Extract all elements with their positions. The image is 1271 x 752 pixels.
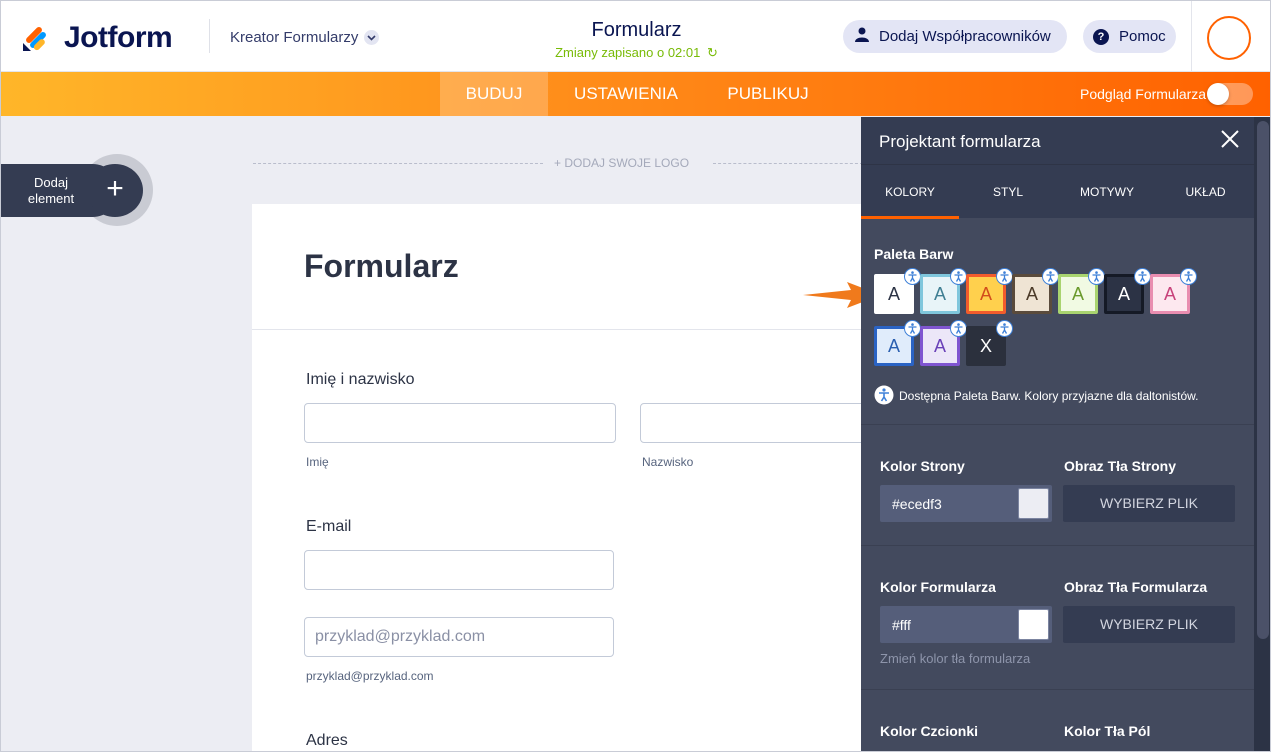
full-name-label[interactable]: Imię i nazwisko: [306, 371, 414, 389]
page-color-swatch[interactable]: [1018, 488, 1049, 519]
builder-dropdown[interactable]: Kreator Formularzy: [230, 29, 380, 46]
accessibility-badge-icon: [904, 268, 921, 285]
palette-note: Dostępna Paleta Barw. Kolory przyjazne d…: [899, 389, 1199, 403]
form-color-field[interactable]: #fff: [880, 606, 1052, 643]
palette-swatch-letter: A: [1117, 283, 1130, 304]
form-bg-choose-file-button[interactable]: WYBIERZ PLIK: [1063, 606, 1235, 643]
accessibility-badge-icon: [904, 320, 921, 337]
palette-swatch-letter: A: [933, 283, 946, 304]
designer-scrollbar[interactable]: [1254, 117, 1270, 751]
accessibility-badge-icon: [996, 268, 1013, 285]
page-color-field[interactable]: #ecedf3: [880, 485, 1052, 522]
palette-swatch-letter: A: [979, 283, 992, 304]
help-button[interactable]: ? Pomoc: [1083, 20, 1176, 53]
close-icon[interactable]: [1219, 128, 1241, 150]
form-card: Formularz Imię i nazwisko Imię Nazwisko …: [252, 204, 880, 751]
palette-swatch-letter: X: [979, 335, 992, 356]
field-bg-color-label: Kolor Tła Pól: [1064, 723, 1151, 739]
designer-header: Projektant formularza: [861, 117, 1254, 164]
form-title: Formularz: [591, 19, 682, 41]
designer-title: Projektant formularza: [879, 132, 1041, 151]
help-icon: ?: [1093, 28, 1109, 45]
form-color-swatch[interactable]: [1018, 609, 1049, 640]
first-name-sublabel: Imię: [306, 455, 329, 469]
accessibility-badge-icon: [996, 320, 1013, 337]
accessibility-icon: [874, 385, 894, 410]
chevron-down-icon: [364, 30, 380, 45]
email-field[interactable]: [304, 550, 614, 590]
jotform-logo[interactable]: Jotform: [21, 21, 173, 55]
designer-tabs: KOLORY STYL MOTYWY UKŁAD: [861, 164, 1254, 219]
palette-swatch-letter: A: [933, 335, 946, 356]
form-preview-label: Podgląd Formularza: [1080, 86, 1207, 102]
active-tab-indicator: [861, 216, 959, 219]
tab-publish[interactable]: PUBLIKUJ: [713, 72, 823, 116]
avatar[interactable]: [1207, 16, 1251, 60]
add-collaborators-label: Dodaj Współpracowników: [879, 28, 1051, 45]
builder-nav: BUDUJ USTAWIENIA PUBLIKUJ Podgląd Formul…: [1, 72, 1270, 116]
save-status: Zmiany zapisano o 02:01 ↻: [1, 45, 1270, 61]
accessibility-badge-icon: [1042, 268, 1059, 285]
form-designer-panel: Projektant formularza KOLORY STYL MOTYWY…: [861, 117, 1254, 751]
jotform-logo-icon: [21, 23, 51, 53]
accessibility-badge-icon: [950, 320, 967, 337]
add-collaborators-button[interactable]: Dodaj Współpracowników: [843, 20, 1067, 53]
add-logo-link[interactable]: + DODAJ SWOJE LOGO: [554, 156, 689, 170]
email-sublabel: przyklad@przyklad.com: [306, 669, 434, 683]
palette-swatch-letter: A: [1071, 283, 1084, 304]
last-name-sublabel: Nazwisko: [642, 455, 694, 469]
header-divider: [209, 19, 210, 53]
plus-icon[interactable]: +: [87, 164, 143, 217]
form-preview-toggle[interactable]: [1207, 83, 1253, 105]
accessibility-badge-icon: [1180, 268, 1197, 285]
page-bg-choose-file-button[interactable]: WYBIERZ PLIK: [1063, 485, 1235, 522]
form-color-hint: Zmień kolor tła formularza: [880, 651, 1031, 666]
page-color-value: #ecedf3: [892, 496, 942, 512]
page-color-label: Kolor Strony: [880, 458, 965, 474]
logo-dashed-line-left: [253, 163, 543, 164]
accessibility-badge-icon: [1088, 268, 1105, 285]
form-heading[interactable]: Formularz: [304, 248, 459, 285]
palette-swatch-letter: A: [1163, 283, 1176, 304]
user-icon: [855, 27, 869, 46]
form-bg-image-label: Obraz Tła Formularza: [1064, 579, 1208, 595]
email-confirm-field[interactable]: przyklad@przyklad.com: [304, 617, 614, 657]
toggle-knob: [1207, 83, 1229, 105]
palette-swatch-letter: A: [1025, 283, 1038, 304]
builder-dropdown-label: Kreator Formularzy: [230, 29, 359, 46]
add-element-label: Dodaj element: [27, 175, 75, 206]
page-bg-image-label: Obraz Tła Strony: [1064, 458, 1177, 474]
form-color-label: Kolor Formularza: [880, 579, 996, 595]
last-name-field[interactable]: [640, 403, 880, 443]
tab-style[interactable]: STYL: [959, 165, 1057, 219]
palette-swatch-letter: A: [887, 335, 900, 356]
form-heading-divider: [252, 329, 872, 330]
help-label: Pomoc: [1119, 28, 1166, 45]
save-status-text: Zmiany zapisano o 02:01: [555, 45, 701, 60]
palette-title: Paleta Barw: [874, 246, 954, 262]
refresh-icon: ↻: [706, 45, 718, 60]
top-bar: Jotform Kreator Formularzy Formularz Zmi…: [1, 1, 1270, 72]
tab-build[interactable]: BUDUJ: [440, 72, 548, 116]
tab-colors[interactable]: KOLORY: [861, 165, 959, 219]
first-name-field[interactable]: [304, 403, 616, 443]
tab-themes[interactable]: MOTYWY: [1057, 165, 1157, 219]
scrollbar-thumb[interactable]: [1257, 121, 1269, 639]
tab-layout[interactable]: UKŁAD: [1157, 165, 1254, 219]
font-color-label: Kolor Czcionki: [880, 723, 979, 739]
section-divider: [861, 424, 1254, 425]
section-divider: [861, 545, 1254, 546]
address-label[interactable]: Adres: [306, 732, 348, 750]
tab-settings[interactable]: USTAWIENIA: [561, 72, 691, 116]
brand-name: Jotform: [64, 21, 173, 54]
palette-swatch-letter: A: [887, 283, 900, 304]
form-color-value: #fff: [892, 617, 911, 633]
app-window: Jotform Kreator Formularzy Formularz Zmi…: [0, 0, 1271, 752]
accessibility-badge-icon: [1134, 268, 1151, 285]
email-label[interactable]: E-mail: [306, 518, 351, 536]
accessibility-badge-icon: [950, 268, 967, 285]
header-divider-right: [1191, 1, 1192, 72]
section-divider: [861, 689, 1254, 690]
logo-dashed-line-right: [713, 163, 863, 164]
